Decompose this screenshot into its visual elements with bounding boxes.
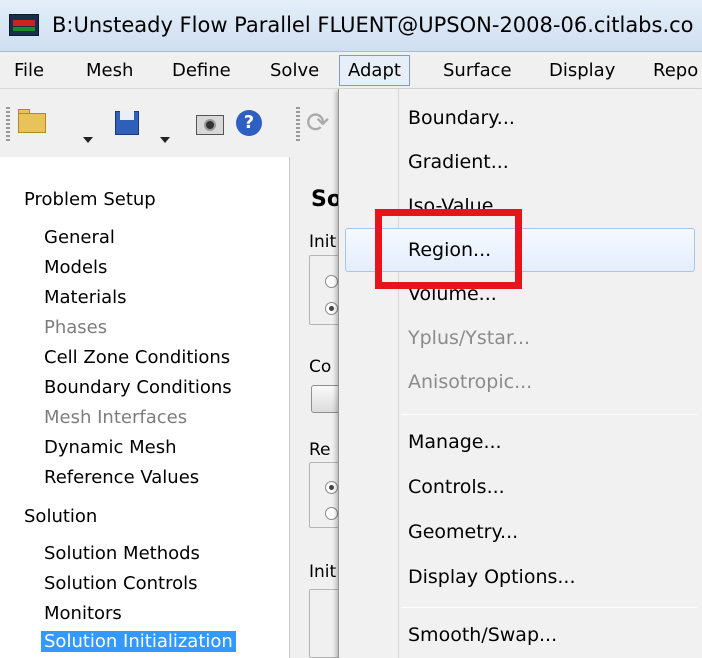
refresh-icon[interactable]: ⟳: [306, 107, 336, 139]
menu-item-controls[interactable]: Controls...: [408, 475, 505, 499]
nav-item-reference-values[interactable]: Reference Values: [44, 467, 199, 488]
save-icon[interactable]: [115, 107, 141, 139]
radio-absolute[interactable]: [325, 507, 338, 520]
open-dropdown-arrow-icon[interactable]: [83, 137, 93, 143]
menu-solve[interactable]: Solve: [270, 52, 319, 88]
nav-item-cell-zone-conditions[interactable]: Cell Zone Conditions: [44, 347, 230, 368]
menu-bar: File Mesh Define Solve Adapt Surface Dis…: [0, 52, 702, 89]
menu-mesh[interactable]: Mesh: [86, 52, 133, 88]
nav-item-boundary-conditions[interactable]: Boundary Conditions: [44, 377, 232, 398]
window-title: B:Unsteady Flow Parallel FLUENT@UPSON-20…: [52, 13, 694, 37]
menu-item-geometry[interactable]: Geometry...: [408, 520, 518, 544]
menu-item-smooth-swap[interactable]: Smooth/Swap...: [408, 623, 557, 647]
help-icon-glyph: ?: [236, 110, 262, 136]
nav-item-solution-initialization[interactable]: Solution Initialization: [41, 631, 236, 652]
nav-heading-solution[interactable]: Solution: [24, 506, 97, 527]
toolbar-grip[interactable]: [6, 107, 10, 143]
menu-item-iso-value[interactable]: Iso-Value...: [408, 194, 512, 218]
menu-separator-2: [401, 607, 697, 608]
camera-icon[interactable]: [196, 107, 226, 139]
radio-standard-initialization[interactable]: [325, 302, 338, 315]
menu-item-display-options[interactable]: Display Options...: [408, 565, 576, 589]
menu-icon-column: [339, 89, 397, 658]
nav-item-solution-controls[interactable]: Solution Controls: [44, 573, 198, 594]
menu-item-gradient[interactable]: Gradient...: [408, 150, 509, 174]
nav-item-solution-methods[interactable]: Solution Methods: [44, 543, 200, 564]
menu-item-yplus-ystar: Yplus/Ystar...: [408, 327, 531, 349]
menu-item-anisotropic: Anisotropic...: [408, 371, 533, 393]
radio-relative-to-cell-zone[interactable]: [325, 481, 338, 494]
menu-report[interactable]: Repo: [653, 52, 698, 88]
menu-item-boundary[interactable]: Boundary...: [408, 106, 515, 130]
task-label-reference-frame: Re: [309, 440, 331, 460]
menu-define[interactable]: Define: [172, 52, 231, 88]
task-label-initialization-methods: Init: [309, 232, 337, 252]
menu-adapt[interactable]: Adapt: [339, 55, 410, 86]
menu-separator-1: [401, 414, 697, 415]
camera-icon-lens: [204, 119, 216, 131]
folder-body: [18, 113, 46, 133]
nav-item-phases: Phases: [44, 317, 108, 338]
nav-heading-problem-setup[interactable]: Problem Setup: [24, 189, 156, 210]
menu-hover-highlight: [345, 228, 695, 272]
menu-item-volume[interactable]: Volume...: [408, 282, 497, 306]
task-label-initial-values: Init: [309, 562, 337, 582]
app-icon-red-bar: [13, 20, 35, 26]
nav-item-general[interactable]: General: [44, 227, 115, 248]
nav-item-models[interactable]: Models: [44, 257, 107, 278]
app-icon-green-bar: [13, 27, 35, 31]
nav-item-materials[interactable]: Materials: [44, 287, 127, 308]
nav-item-monitors[interactable]: Monitors: [44, 603, 122, 624]
menu-item-region[interactable]: Region...: [408, 238, 491, 262]
title-bar: B:Unsteady Flow Parallel FLUENT@UPSON-20…: [0, 0, 702, 52]
task-label-compute-from: Co: [309, 357, 332, 377]
save-icon-label: [120, 111, 134, 120]
help-icon[interactable]: ?: [236, 107, 264, 139]
navigation-tree: Problem Setup General Models Materials P…: [0, 157, 290, 658]
menu-file[interactable]: File: [14, 52, 44, 88]
open-folder-icon[interactable]: [16, 107, 50, 139]
radio-hybrid-initialization[interactable]: [325, 275, 338, 288]
toolbar-grip-2[interactable]: [296, 107, 300, 143]
menu-item-manage[interactable]: Manage...: [408, 430, 502, 454]
menu-column-separator: [398, 89, 399, 658]
nav-item-dynamic-mesh[interactable]: Dynamic Mesh: [44, 437, 177, 458]
menu-display[interactable]: Display: [549, 52, 615, 88]
fluent-app-icon[interactable]: [9, 14, 39, 36]
toolbar: ? ⟳: [0, 89, 345, 157]
adapt-dropdown-menu: Boundary... Gradient... Iso-Value... Reg…: [338, 89, 702, 658]
nav-item-mesh-interfaces: Mesh Interfaces: [44, 407, 188, 428]
save-dropdown-arrow-icon[interactable]: [160, 137, 170, 143]
menu-surface[interactable]: Surface: [443, 52, 512, 88]
